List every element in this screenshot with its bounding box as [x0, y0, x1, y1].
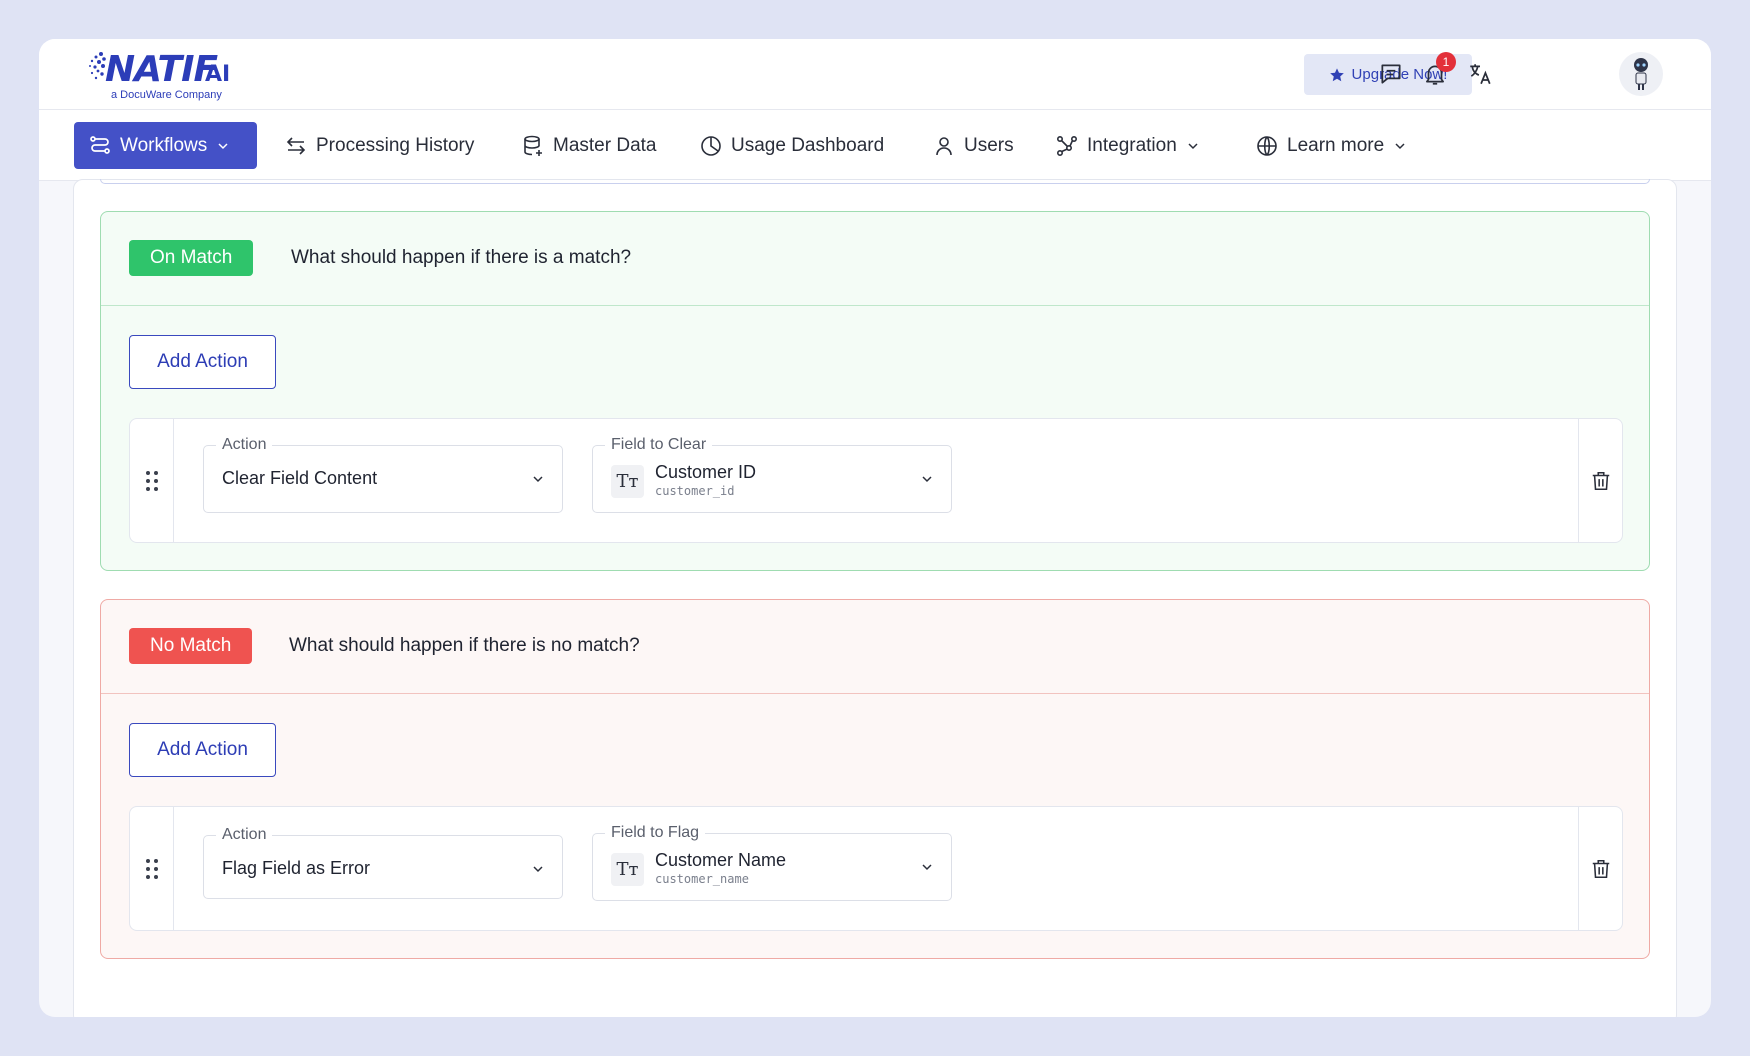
- integration-nodes-icon: [1056, 135, 1077, 156]
- pie-chart-icon: [701, 135, 721, 156]
- chevron-down-icon: [1395, 142, 1405, 149]
- chevron-down-icon: [1188, 142, 1198, 149]
- logo-wordmark: NATIF: [105, 49, 218, 90]
- nav-learn-more-label: Learn more: [1287, 134, 1385, 156]
- globe-icon: [1257, 135, 1277, 156]
- nav-workflows[interactable]: Workflows: [74, 122, 257, 169]
- robot-avatar-icon: [1634, 58, 1648, 90]
- delete-action-button[interactable]: [1578, 807, 1622, 930]
- chevron-down-icon: [922, 476, 932, 483]
- nav-users[interactable]: Users: [932, 122, 1014, 169]
- translate-icon: [1470, 64, 1491, 85]
- nav-integration-label: Integration: [1087, 134, 1177, 156]
- no-match-header: No Match What should happen if there is …: [101, 600, 1649, 694]
- nav-usage-dashboard[interactable]: Usage Dashboard: [699, 122, 884, 169]
- text-type-icon: Tт: [611, 853, 644, 886]
- on-match-question: What should happen if there is a match?: [291, 247, 632, 268]
- nav-workflows-label: Workflows: [120, 134, 208, 156]
- action-select-label: Action: [216, 435, 273, 455]
- add-action-button[interactable]: Add Action: [129, 335, 276, 389]
- chevron-down-icon: [218, 142, 228, 149]
- trash-icon: [1592, 471, 1609, 490]
- field-name: Customer ID: [655, 462, 757, 482]
- chevron-down-icon: [922, 864, 932, 871]
- action-select-label: Action: [216, 825, 273, 845]
- action-row: Action Clear Field Content Field to Clea…: [129, 418, 1623, 543]
- nav-learn-more[interactable]: Learn more: [1255, 122, 1408, 169]
- chevron-down-icon: [533, 476, 543, 483]
- logo-suffix: AI: [205, 62, 231, 87]
- chat-icon: [1381, 64, 1401, 84]
- nav-usage-dashboard-label: Usage Dashboard: [731, 134, 885, 156]
- database-icon: [524, 135, 542, 156]
- no-match-question: What should happen if there is no match?: [289, 635, 640, 656]
- notification-badge: 1: [1436, 52, 1456, 72]
- previous-section-edge: [100, 179, 1650, 184]
- nav-integration[interactable]: Integration: [1055, 122, 1201, 169]
- nav-master-data-label: Master Data: [553, 134, 657, 156]
- action-row: Action Flag Field as Error Field to Flag…: [129, 806, 1623, 931]
- app-window: NATIF AI a DocuWare Company Upgrade Now!…: [39, 39, 1711, 1017]
- field-name: Customer Name: [655, 850, 787, 870]
- add-action-button[interactable]: Add Action: [129, 723, 276, 777]
- main-nav: Workflows Processing History Master Data…: [39, 110, 1711, 181]
- field-to-flag-select[interactable]: Field to Flag Tт Customer Name customer_…: [592, 823, 952, 901]
- nav-processing-history-label: Processing History: [316, 134, 475, 156]
- delete-action-button[interactable]: [1578, 419, 1622, 542]
- natif-logo[interactable]: NATIF AI a DocuWare Company: [87, 48, 237, 106]
- no-match-section: No Match What should happen if there is …: [100, 599, 1650, 959]
- nav-users-label: Users: [964, 134, 1014, 156]
- trash-icon: [1592, 859, 1609, 878]
- chevron-down-icon: [533, 866, 543, 873]
- action-select[interactable]: Action Clear Field Content: [203, 435, 563, 513]
- top-bar: NATIF AI a DocuWare Company Upgrade Now!…: [39, 39, 1711, 110]
- workflow-icon: [90, 135, 110, 154]
- action-select-value: Flag Field as Error: [222, 858, 371, 878]
- text-type-icon: Tт: [611, 465, 644, 498]
- field-to-flag-label: Field to Flag: [605, 823, 706, 843]
- action-select[interactable]: Action Flag Field as Error: [203, 825, 563, 899]
- drag-handle[interactable]: [130, 807, 174, 930]
- drag-handle[interactable]: [130, 419, 174, 542]
- drag-dots-icon: [145, 858, 158, 879]
- field-key: customer_name: [655, 872, 749, 886]
- on-match-pill: On Match: [129, 240, 254, 276]
- nav-processing-history[interactable]: Processing History: [284, 122, 474, 169]
- field-to-clear-label: Field to Clear: [605, 435, 713, 455]
- chat-button[interactable]: [1375, 58, 1407, 90]
- logo-tagline: a DocuWare Company: [111, 89, 222, 101]
- user-avatar[interactable]: [1619, 52, 1663, 96]
- field-to-clear-select[interactable]: Field to Clear Tт Customer ID customer_i…: [592, 435, 952, 513]
- star-icon: [1329, 67, 1344, 81]
- nav-master-data[interactable]: Master Data: [521, 122, 656, 169]
- on-match-section: On Match What should happen if there is …: [100, 211, 1650, 571]
- field-key: customer_id: [655, 484, 735, 498]
- no-match-pill: No Match: [129, 628, 253, 664]
- on-match-header: On Match What should happen if there is …: [101, 212, 1649, 306]
- language-button[interactable]: [1464, 58, 1496, 90]
- drag-dots-icon: [145, 470, 158, 491]
- user-icon: [936, 136, 952, 155]
- notifications-button[interactable]: 1: [1419, 52, 1456, 90]
- action-select-value: Clear Field Content: [222, 468, 378, 488]
- swap-arrows-icon: [286, 136, 306, 155]
